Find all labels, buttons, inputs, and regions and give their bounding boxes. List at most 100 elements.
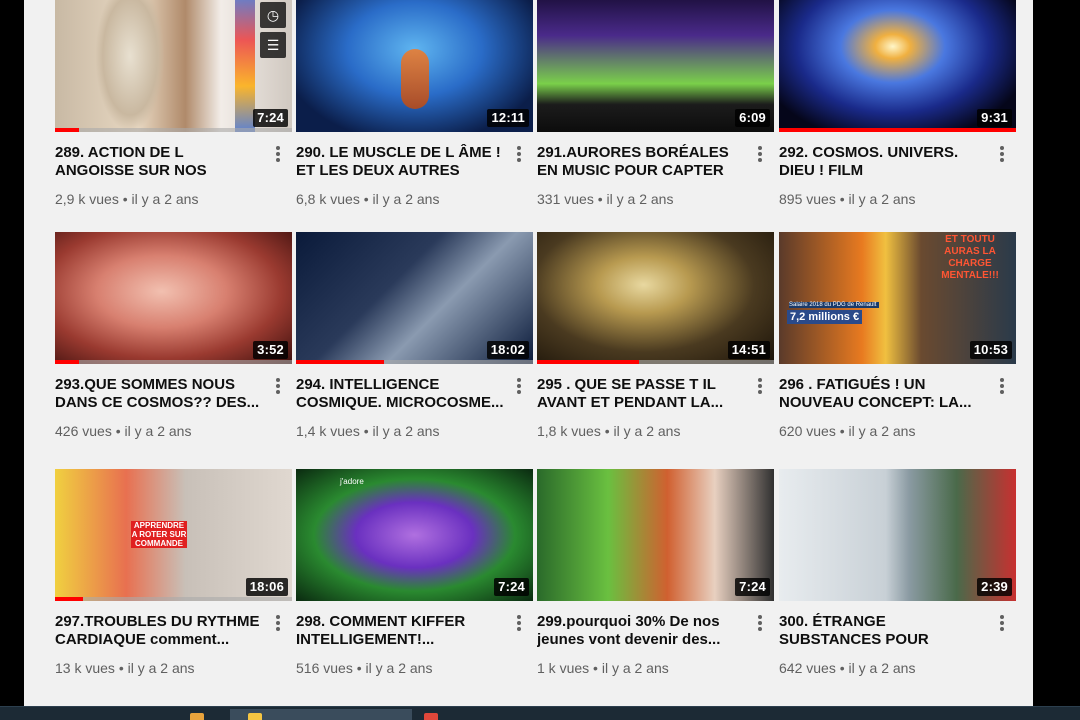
video-thumbnail[interactable]: 14:51 <box>537 232 774 364</box>
more-actions-button[interactable] <box>513 376 525 396</box>
video-title[interactable]: 291.AURORES BORÉALES EN MUSIC POUR CAPTE… <box>537 144 747 180</box>
taskbar-item-3[interactable] <box>418 709 458 720</box>
upload-age: il y a 2 ans <box>848 191 916 207</box>
view-count: 642 vues <box>779 660 836 676</box>
kebab-dot-icon <box>276 146 280 150</box>
more-actions-button[interactable] <box>272 376 284 396</box>
more-actions-button[interactable] <box>754 144 766 164</box>
more-actions-button[interactable] <box>754 376 766 396</box>
taskbar-item-1[interactable] <box>180 709 220 720</box>
video-card[interactable]: 12:11 290. LE MUSCLE DE L ÂME ! ET LES DE… <box>296 0 533 208</box>
kebab-dot-icon <box>1000 378 1004 382</box>
kebab-dot-icon <box>758 158 762 162</box>
video-duration: 18:06 <box>245 578 288 596</box>
video-card[interactable]: ET TOUTU AURAS LA CHARGE MENTALE!!! Salai… <box>779 232 1016 440</box>
window-edge <box>1033 0 1080 706</box>
video-info: 297.TROUBLES DU RYTHME CARDIAQUE comment… <box>55 601 292 677</box>
meta-separator: • <box>589 660 602 676</box>
queue-icon: ☰ <box>266 37 280 53</box>
more-actions-button[interactable] <box>272 144 284 164</box>
video-duration: 6:09 <box>735 109 770 127</box>
video-title[interactable]: 293.QUE SOMMES NOUS DANS CE COSMOS?? DES… <box>55 376 265 412</box>
more-actions-button[interactable] <box>513 144 525 164</box>
kebab-dot-icon <box>517 621 521 625</box>
kebab-dot-icon <box>1000 615 1004 619</box>
video-title[interactable]: 299.pourquoi 30% De nos jeunes vont deve… <box>537 613 747 649</box>
video-thumbnail[interactable]: j'adore 7:24 <box>296 469 533 601</box>
video-title[interactable]: 292. COSMOS. UNIVERS. DIEU ! FILM DOCUME… <box>779 144 989 180</box>
video-card[interactable]: ◷ ☰ 7:24 289. ACTION DE L ANGOISSE SUR NOS … <box>55 0 292 208</box>
more-actions-button[interactable] <box>754 613 766 633</box>
video-thumbnail[interactable]: APPRENDRE A ROTER SUR COMMANDE 18:06 <box>55 469 292 601</box>
video-title[interactable]: 294. INTELLIGENCE COSMIQUE. MICROCOSME..… <box>296 376 506 412</box>
video-duration: 3:52 <box>253 341 288 359</box>
video-meta: 331 vues • il y a 2 ans <box>537 190 774 208</box>
watch-later-button[interactable]: ◷ <box>260 2 286 28</box>
meta-separator: • <box>835 660 849 676</box>
video-thumbnail[interactable]: 7:24 <box>537 469 774 601</box>
view-count: 895 vues <box>779 191 836 207</box>
thumbnail-caption: Salaire 2018 du PDG de Renault <box>789 302 879 308</box>
video-duration: 7:24 <box>735 578 770 596</box>
video-card[interactable]: j'adore 7:24 298. COMMENT KIFFER INTELLIGE… <box>296 469 533 677</box>
video-thumbnail[interactable]: 2:39 <box>779 469 1016 601</box>
video-thumbnail[interactable]: 6:09 <box>537 0 774 132</box>
view-count: 2,9 k vues <box>55 191 119 207</box>
view-count: 620 vues <box>779 423 836 439</box>
kebab-dot-icon <box>1000 384 1004 388</box>
kebab-dot-icon <box>758 152 762 156</box>
video-card[interactable]: 14:51 295 . QUE SE PASSE T IL AVANT ET PE… <box>537 232 774 440</box>
view-count: 516 vues <box>296 660 353 676</box>
video-duration: 7:24 <box>494 578 529 596</box>
app-icon <box>248 713 262 720</box>
upload-age: il y a 2 ans <box>372 423 440 439</box>
meta-separator: • <box>835 191 849 207</box>
more-actions-button[interactable] <box>513 613 525 633</box>
video-info: 294. INTELLIGENCE COSMIQUE. MICROCOSME..… <box>296 364 533 440</box>
video-title[interactable]: 289. ACTION DE L ANGOISSE SUR NOS MUSCLE… <box>55 144 265 180</box>
video-meta: 6,8 k vues • il y a 2 ans <box>296 190 533 208</box>
more-actions-button[interactable] <box>996 144 1008 164</box>
video-title[interactable]: 297.TROUBLES DU RYTHME CARDIAQUE comment… <box>55 613 265 649</box>
more-actions-button[interactable] <box>996 613 1008 633</box>
video-title[interactable]: 300. ÉTRANGE SUBSTANCES POUR SOIGNER LE … <box>779 613 989 649</box>
video-title[interactable]: 290. LE MUSCLE DE L ÂME ! ET LES DEUX AU… <box>296 144 506 180</box>
upload-age: il y a 2 ans <box>848 660 916 676</box>
more-actions-button[interactable] <box>996 376 1008 396</box>
meta-separator: • <box>359 191 373 207</box>
video-title[interactable]: 295 . QUE SE PASSE T IL AVANT ET PENDANT… <box>537 376 747 412</box>
video-card[interactable]: 9:31 292. COSMOS. UNIVERS. DIEU ! FILM DO… <box>779 0 1016 208</box>
view-count: 6,8 k vues <box>296 191 360 207</box>
kebab-dot-icon <box>517 384 521 388</box>
video-title[interactable]: 296 . FATIGUÉS ! UN NOUVEAU CONCEPT: LA.… <box>779 376 989 412</box>
video-info: 292. COSMOS. UNIVERS. DIEU ! FILM DOCUME… <box>779 132 1016 208</box>
video-card[interactable]: 18:02 294. INTELLIGENCE COSMIQUE. MICROCO… <box>296 232 533 440</box>
view-count: 1,4 k vues <box>296 423 360 439</box>
video-card[interactable]: 2:39 300. ÉTRANGE SUBSTANCES POUR SOIGNER… <box>779 469 1016 677</box>
video-title[interactable]: 298. COMMENT KIFFER INTELLIGEMENT!... <box>296 613 506 649</box>
meta-separator: • <box>600 423 614 439</box>
video-card[interactable]: APPRENDRE A ROTER SUR COMMANDE 18:06 297.T… <box>55 469 292 677</box>
kebab-dot-icon <box>276 152 280 156</box>
video-thumbnail[interactable]: ET TOUTU AURAS LA CHARGE MENTALE!!! Salai… <box>779 232 1016 364</box>
video-info: 300. ÉTRANGE SUBSTANCES POUR SOIGNER LE … <box>779 601 1016 677</box>
taskbar-item-2[interactable] <box>230 709 412 720</box>
kebab-dot-icon <box>276 158 280 162</box>
video-card[interactable]: 7:24 299.pourquoi 30% De nos jeunes vont … <box>537 469 774 677</box>
meta-separator: • <box>114 660 128 676</box>
video-thumbnail[interactable]: ◷ ☰ 7:24 <box>55 0 292 132</box>
video-card[interactable]: 6:09 291.AURORES BORÉALES EN MUSIC POUR C… <box>537 0 774 208</box>
video-thumbnail[interactable]: 18:02 <box>296 232 533 364</box>
video-meta: 1 k vues • il y a 2 ans <box>537 659 774 677</box>
video-card[interactable]: 3:52 293.QUE SOMMES NOUS DANS CE COSMOS??… <box>55 232 292 440</box>
upload-age: il y a 2 ans <box>365 660 433 676</box>
taskbar <box>0 706 1080 720</box>
video-thumbnail[interactable]: 9:31 <box>779 0 1016 132</box>
add-to-queue-button[interactable]: ☰ <box>260 32 286 58</box>
kebab-dot-icon <box>517 378 521 382</box>
video-thumbnail[interactable]: 12:11 <box>296 0 533 132</box>
video-thumbnail[interactable]: 3:52 <box>55 232 292 364</box>
more-actions-button[interactable] <box>272 613 284 633</box>
video-meta: 620 vues • il y a 2 ans <box>779 422 1016 440</box>
clock-icon: ◷ <box>266 7 280 23</box>
